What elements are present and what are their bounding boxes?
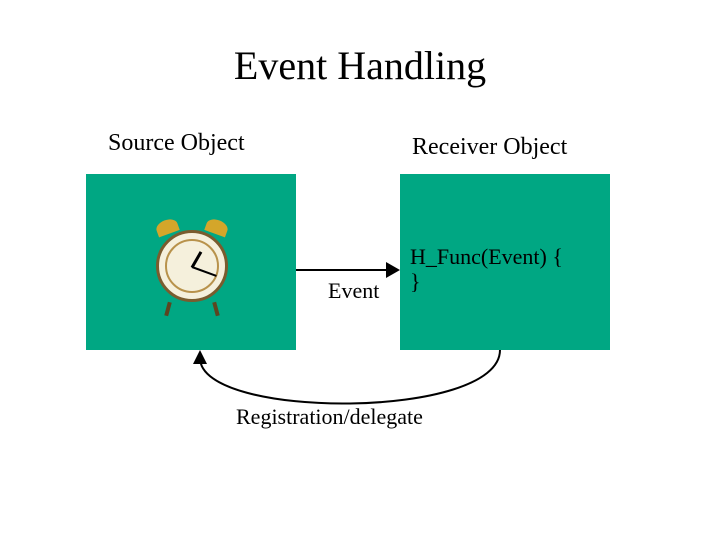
source-object-box: [86, 174, 296, 350]
arrow-right-icon: [386, 262, 400, 278]
page-title: Event Handling: [0, 42, 720, 89]
code-line-1: H_Func(Event) {: [410, 244, 563, 269]
alarm-clock-icon: [152, 220, 232, 312]
event-arrow-label: Event: [328, 278, 379, 304]
handler-code: H_Func(Event) { }: [410, 244, 563, 295]
code-line-2: }: [410, 269, 421, 294]
registration-arrow-label: Registration/delegate: [236, 404, 423, 430]
slide: Event Handling Source Object Receiver Ob…: [0, 0, 720, 540]
registration-arrow: [184, 350, 516, 450]
receiver-object-label: Receiver Object: [412, 134, 567, 161]
arrow-up-icon: [193, 350, 207, 364]
source-object-label: Source Object: [108, 130, 245, 157]
event-arrow: [296, 262, 400, 278]
receiver-object-box: H_Func(Event) { }: [400, 174, 610, 350]
